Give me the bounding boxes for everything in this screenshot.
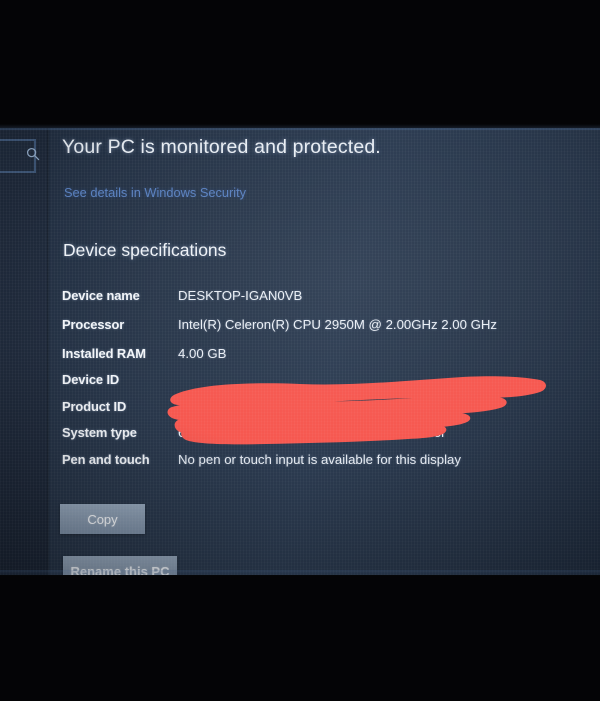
spec-value-device-name: DESKTOP-IGAN0VB [178, 288, 303, 303]
spec-label: Processor [62, 316, 125, 332]
table-row: Product ID [62, 397, 582, 416]
spec-label: Device name [62, 288, 140, 303]
page-title: Your PC is monitored and protected. [62, 136, 381, 158]
photo-letterbox-bottom [0, 575, 600, 701]
spec-label: System type [62, 425, 137, 441]
spec-value-processor: Intel(R) Celeron(R) CPU 2950M @ 2.00GHz … [178, 316, 498, 332]
table-row: Installed RAM 4.00 GB [62, 344, 582, 364]
spec-label: Device ID [62, 372, 120, 388]
table-row: System type 64-bit operating system, x64… [62, 423, 582, 443]
table-row: Pen and touch No pen or touch input is a… [62, 450, 582, 470]
table-row: Processor Intel(R) Celeron(R) CPU 2950M … [62, 315, 582, 335]
spec-label: Installed RAM [62, 345, 146, 361]
table-row: Device ID [62, 370, 582, 389]
windows-security-link[interactable]: See details in Windows Security [64, 185, 246, 200]
table-row: Device name DESKTOP-IGAN0VB [62, 286, 582, 306]
spec-value-pen-and-touch: No pen or touch input is available for t… [178, 451, 461, 467]
spec-value-system-type: 64-bit operating system, x64-based proce… [178, 425, 446, 441]
copy-button[interactable]: Copy [60, 504, 145, 534]
about-page-content: Your PC is monitored and protected. See … [0, 126, 600, 578]
spec-value-installed-ram: 4.00 GB [178, 345, 227, 361]
monitor-photo: Your PC is monitored and protected. See … [0, 0, 600, 701]
spec-label: Product ID [62, 398, 127, 414]
windows-settings-screen: Your PC is monitored and protected. See … [0, 126, 600, 578]
spec-label: Pen and touch [62, 451, 150, 467]
photo-letterbox-top [0, 0, 600, 128]
device-specifications-heading: Device specifications [63, 240, 227, 260]
device-specifications-table: Device name DESKTOP-IGAN0VB Processor In… [62, 286, 582, 470]
